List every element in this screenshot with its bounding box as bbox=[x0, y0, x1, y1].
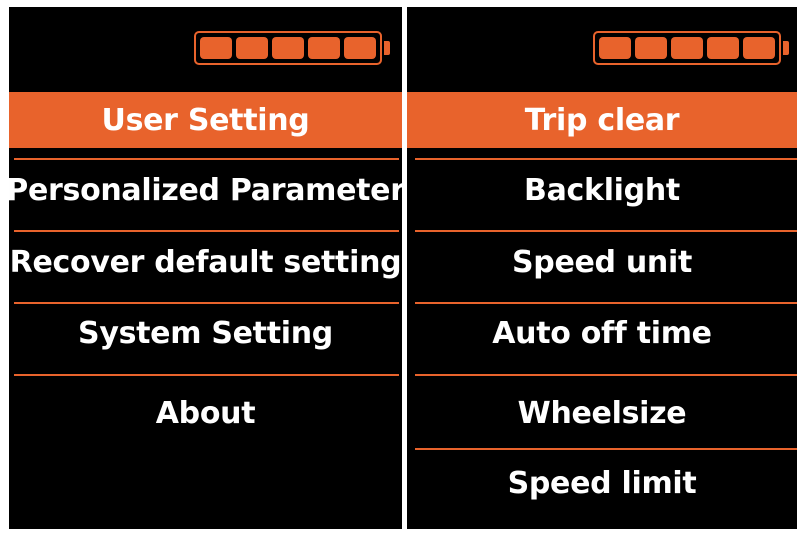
battery-cell bbox=[671, 37, 703, 59]
menu-divider bbox=[415, 158, 797, 160]
menu-divider bbox=[415, 302, 797, 304]
battery-indicator bbox=[194, 31, 390, 65]
menu-item-speed-limit[interactable]: Speed limit bbox=[407, 455, 797, 511]
battery-icon bbox=[593, 31, 781, 65]
battery-cell bbox=[344, 37, 376, 59]
menu-item-wheelsize[interactable]: Wheelsize bbox=[407, 385, 797, 441]
menu-item-recover-default-setting[interactable]: Recover default setting bbox=[9, 234, 402, 290]
menu-divider bbox=[14, 158, 399, 160]
menu-divider bbox=[14, 374, 399, 376]
battery-cell bbox=[707, 37, 739, 59]
menu-item-speed-unit[interactable]: Speed unit bbox=[407, 234, 797, 290]
right-screen: Trip clear Backlight Speed unit Auto off… bbox=[407, 7, 797, 529]
battery-cell bbox=[635, 37, 667, 59]
menu-divider bbox=[415, 374, 797, 376]
menu-item-trip-clear[interactable]: Trip clear bbox=[407, 92, 797, 148]
menu-divider bbox=[415, 448, 797, 450]
battery-cell bbox=[599, 37, 631, 59]
menu-item-personalized-parameter[interactable]: Personalized Parameter bbox=[9, 162, 402, 218]
battery-tip bbox=[783, 41, 789, 55]
battery-icon bbox=[194, 31, 382, 65]
menu-divider bbox=[14, 302, 399, 304]
battery-cell bbox=[236, 37, 268, 59]
menu-item-system-setting[interactable]: System Setting bbox=[9, 305, 402, 361]
menu-item-about[interactable]: About bbox=[9, 385, 402, 441]
battery-cell bbox=[308, 37, 340, 59]
battery-tip bbox=[384, 41, 390, 55]
battery-cell bbox=[743, 37, 775, 59]
battery-cell bbox=[200, 37, 232, 59]
menu-divider bbox=[415, 230, 797, 232]
menu-item-auto-off-time[interactable]: Auto off time bbox=[407, 305, 797, 361]
battery-cell bbox=[272, 37, 304, 59]
menu-divider bbox=[14, 230, 399, 232]
menu-item-user-setting[interactable]: User Setting bbox=[9, 92, 402, 148]
left-screen: User Setting Personalized Parameter Reco… bbox=[9, 7, 402, 529]
battery-indicator bbox=[593, 31, 789, 65]
menu-item-backlight[interactable]: Backlight bbox=[407, 162, 797, 218]
